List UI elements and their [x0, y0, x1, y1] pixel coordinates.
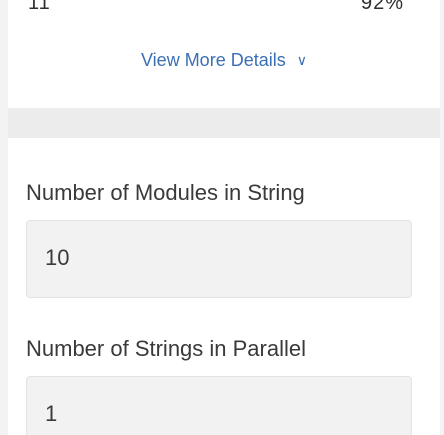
modules-in-string-label: Number of Modules in String: [26, 180, 305, 205]
page: 11 92% View More Details ∨ Number of Mod…: [0, 0, 444, 435]
strings-in-parallel-field[interactable]: 1: [26, 376, 412, 435]
inputs-card: Number of Modules in String 10 Number of…: [8, 138, 440, 435]
view-more-details-label: View More Details: [141, 50, 286, 70]
section-divider: [8, 108, 440, 138]
strings-in-parallel-label: Number of Strings in Parallel: [26, 336, 307, 361]
strings-in-parallel-value: 1: [45, 401, 58, 426]
view-more-details-link[interactable]: View More Details ∨: [8, 50, 440, 71]
modules-in-string-value: 10: [45, 245, 70, 270]
summary-left-value: 11: [28, 0, 51, 14]
summary-card: 11 92% View More Details ∨: [8, 0, 440, 109]
modules-in-string-field[interactable]: 10: [26, 220, 412, 298]
summary-right-value: 92%: [360, 0, 404, 14]
chevron-down-icon: ∨: [296, 52, 307, 68]
